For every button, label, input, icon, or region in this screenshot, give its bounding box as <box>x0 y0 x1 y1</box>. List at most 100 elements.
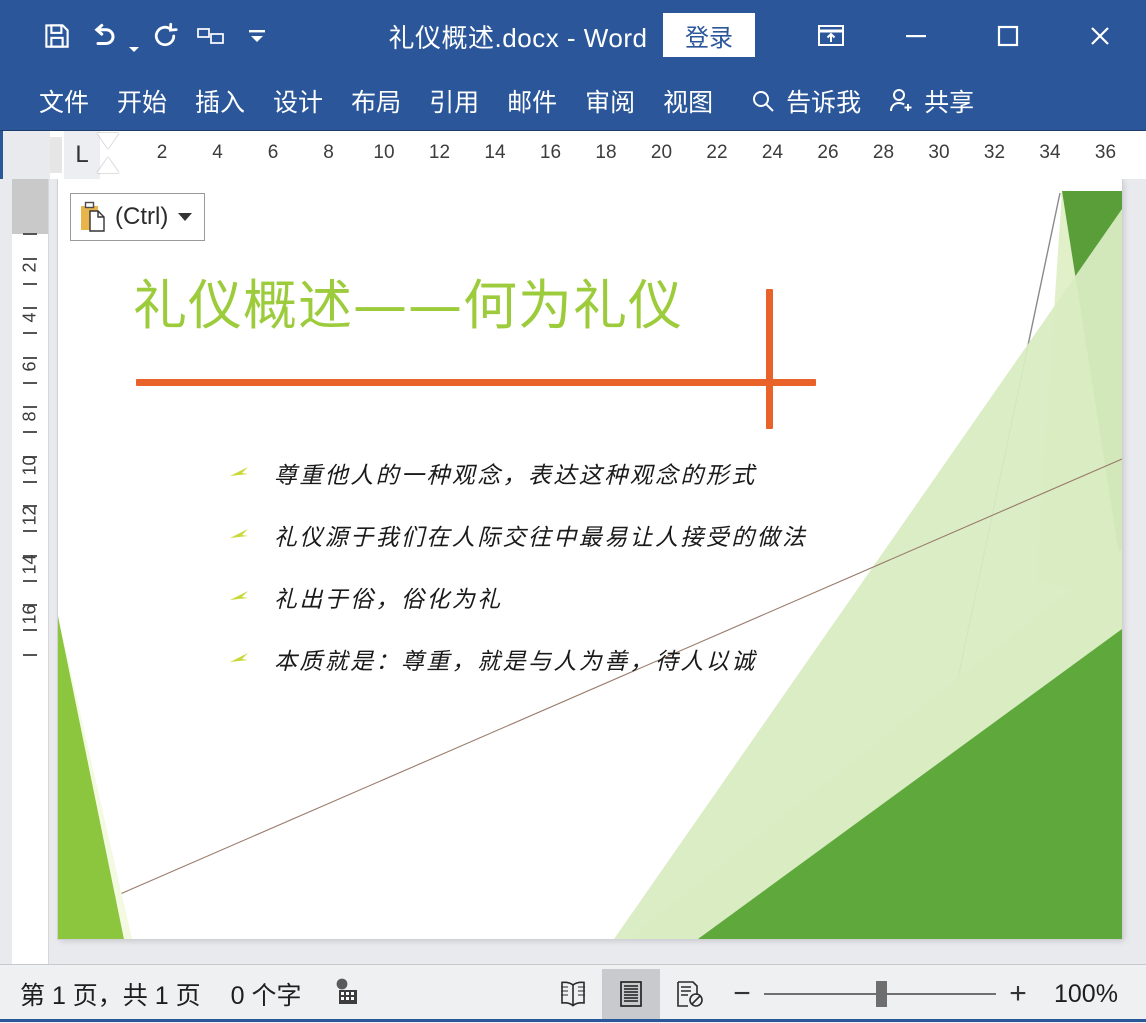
ribbon-display-options-icon[interactable] <box>792 0 870 72</box>
zoom-slider[interactable] <box>764 984 996 1004</box>
ruler-tick <box>23 307 37 309</box>
tell-me-search[interactable]: 告诉我 <box>749 83 861 119</box>
print-layout-view-button[interactable] <box>602 969 660 1019</box>
ruler-tick-label: 14 <box>20 554 41 574</box>
ruler-tick <box>23 382 37 384</box>
tab-insert[interactable]: 插入 <box>181 72 259 130</box>
bullet-arrow-icon <box>228 464 274 482</box>
ruler-tick-label: 10 <box>20 455 41 475</box>
close-icon[interactable] <box>1054 0 1146 72</box>
ruler-tick-label: 24 <box>762 142 783 164</box>
tab-view[interactable]: 视图 <box>649 72 727 130</box>
word-count-status[interactable]: 0 个字 <box>231 976 302 1012</box>
tab-file[interactable]: 文件 <box>25 72 103 130</box>
zoom-in-button[interactable]: + <box>1008 979 1028 1009</box>
tab-stop-selector[interactable]: L <box>64 131 100 179</box>
decor-top-right-dark-green <box>1044 191 1122 574</box>
quick-access-toolbar <box>0 0 280 72</box>
share-button[interactable]: 共享 <box>887 83 974 119</box>
ruler-tick-label: 16 <box>540 142 561 164</box>
title-horizontal-rule <box>136 379 816 386</box>
tab-design[interactable]: 设计 <box>259 72 337 130</box>
ruler-tick <box>23 629 37 631</box>
save-icon[interactable] <box>34 12 80 60</box>
ruler-tick <box>23 481 37 483</box>
zoom-out-button[interactable]: − <box>732 979 752 1009</box>
read-mode-view-button[interactable] <box>544 969 602 1019</box>
maximize-icon[interactable] <box>962 0 1054 72</box>
customize-quick-access-toolbar-icon[interactable] <box>234 12 280 60</box>
web-layout-view-button[interactable] <box>660 969 718 1019</box>
status-bar-right: − + 100% <box>544 969 1146 1019</box>
tab-references[interactable]: 引用 <box>415 72 493 130</box>
ruler-tick-label: 2 <box>157 142 168 164</box>
ruler-left-margin-zone <box>50 137 62 173</box>
list-item[interactable]: 礼出于俗，俗化为礼 <box>228 575 948 618</box>
sign-in-button[interactable]: 登录 <box>663 13 755 57</box>
page-scroll-region: (Ctrl) 礼仪概述——何为礼仪 尊重他人的一种观念，表达这种观念的形式 <box>50 179 1146 965</box>
ruler-tick-label: 6 <box>268 142 279 164</box>
ruler-tick-label: 8 <box>20 411 41 421</box>
clipboard-icon <box>79 201 109 233</box>
touch-mouse-mode-icon[interactable] <box>188 12 234 60</box>
paste-options-label: (Ctrl) <box>115 203 168 231</box>
list-item[interactable]: 尊重他人的一种观念，表达这种观念的形式 <box>228 451 948 494</box>
ruler-tick-label: 8 <box>323 142 334 164</box>
zoom-control: − + 100% <box>732 979 1128 1009</box>
document-page[interactable]: (Ctrl) 礼仪概述——何为礼仪 尊重他人的一种观念，表达这种观念的形式 <box>58 179 1122 939</box>
status-bar-left: 第 1 页，共 1 页 0 个字 <box>0 976 363 1012</box>
first-line-indent-marker[interactable] <box>97 133 119 149</box>
ruler-tick-label: 16 <box>20 604 41 624</box>
horizontal-ruler[interactable]: L 24681012141618202224262830323436 <box>50 131 1146 180</box>
ruler-tick-label: 10 <box>373 142 394 164</box>
bullet-list: 尊重他人的一种观念，表达这种观念的形式 礼仪源于我们在人际交往中最易让人接受的做… <box>228 451 948 699</box>
bullet-arrow-icon <box>228 526 274 544</box>
ruler-tick-label: 18 <box>595 142 616 164</box>
slide-title[interactable]: 礼仪概述——何为礼仪 <box>133 261 683 340</box>
editing-area: L 24681012141618202224262830323436 24681… <box>0 130 1146 965</box>
ruler-tick <box>23 233 37 235</box>
vertical-ruler-rail <box>0 179 12 965</box>
tab-review[interactable]: 审阅 <box>571 72 649 130</box>
vertical-ruler[interactable]: 246810121416 <box>12 179 49 965</box>
redo-icon[interactable] <box>142 12 188 60</box>
list-item[interactable]: 本质就是：尊重，就是与人为善，待人以诚 <box>228 637 948 680</box>
list-item-text: 礼出于俗，俗化为礼 <box>274 580 503 614</box>
page-number-status[interactable]: 第 1 页，共 1 页 <box>20 976 201 1012</box>
ruler-tick <box>23 406 37 408</box>
ruler-tick-label: 32 <box>984 142 1005 164</box>
chevron-down-icon[interactable] <box>178 213 192 221</box>
search-icon <box>749 87 777 115</box>
status-bar: 第 1 页，共 1 页 0 个字 <box>0 964 1146 1023</box>
ruler-tick <box>23 332 37 334</box>
ruler-tick <box>23 283 37 285</box>
document-title-text: 礼仪概述.docx - Word <box>389 18 648 55</box>
title-vertical-rule <box>766 289 773 429</box>
ruler-tick-label: 20 <box>651 142 672 164</box>
ruler-tick-label: 4 <box>20 312 41 322</box>
minimize-icon[interactable] <box>870 0 962 72</box>
tab-home[interactable]: 开始 <box>103 72 181 130</box>
hanging-indent-marker[interactable] <box>97 157 119 173</box>
undo-icon[interactable] <box>80 12 126 60</box>
list-item[interactable]: 礼仪源于我们在人际交往中最易让人接受的做法 <box>228 513 948 556</box>
zoom-level-label[interactable]: 100% <box>1054 980 1128 1009</box>
undo-dropdown-icon[interactable] <box>126 4 142 68</box>
paste-options-button[interactable]: (Ctrl) <box>70 193 205 241</box>
ruler-tick <box>23 357 37 359</box>
decor-bottom-left-highlight <box>58 616 132 939</box>
tab-layout[interactable]: 布局 <box>337 72 415 130</box>
bullet-arrow-icon <box>228 650 274 668</box>
ruler-tick-label: 2 <box>20 262 41 272</box>
zoom-slider-thumb[interactable] <box>876 981 887 1007</box>
proofing-status-icon[interactable] <box>331 977 363 1012</box>
share-label: 共享 <box>924 83 974 119</box>
title-bar: 礼仪概述.docx - Word 登录 <box>0 0 1146 72</box>
tab-mailings[interactable]: 邮件 <box>493 72 571 130</box>
bullet-arrow-icon <box>228 588 274 606</box>
person-add-icon <box>887 86 917 116</box>
ruler-tick-label: 6 <box>20 361 41 371</box>
ruler-tick <box>23 654 37 656</box>
window-controls <box>792 0 1146 72</box>
ruler-tick-label: 36 <box>1095 142 1116 164</box>
